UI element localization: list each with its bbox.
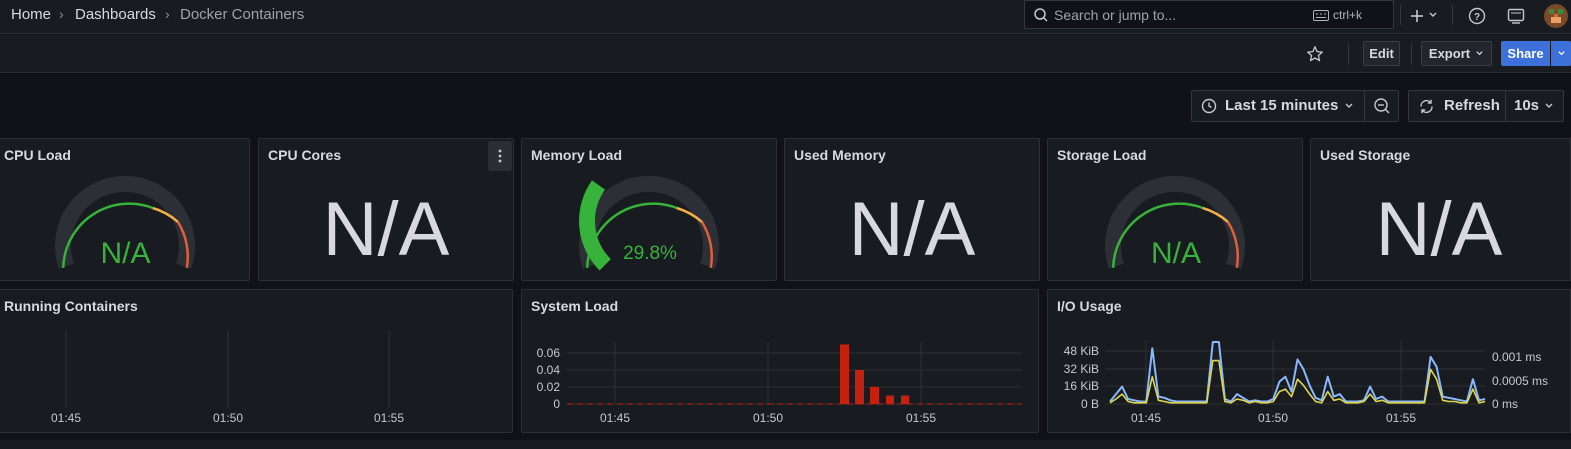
breadcrumb-separator: › [165,6,170,22]
share-button[interactable]: Share [1501,41,1550,66]
dashboard-toolbar: Edit Export Share [0,35,1571,73]
bar-chart: 0.06 0.04 0.02 0 01:45 01:50 01:55 [537,342,1022,425]
y-left-tick-label: 16 KiB [1064,379,1099,393]
refresh-interval-select[interactable]: 10s [1506,91,1564,121]
y-left-tick-label: 48 KiB [1064,344,1099,358]
x-tick-label: 01:45 [1131,411,1161,425]
divider [1452,5,1453,25]
breadcrumb-home[interactable]: Home [11,6,51,23]
bar [901,395,909,404]
y-tick-label: 0.04 [537,363,561,377]
panel-cpu-load[interactable]: CPU Load N/A [0,138,250,281]
panel-title: Used Memory [794,147,886,163]
divider [1348,43,1349,65]
x-tick-label: 01:55 [906,411,936,425]
plus-icon[interactable] [1407,5,1429,27]
news-icon[interactable] [1505,5,1527,27]
panel-io-usage[interactable]: I/O Usage 48 KiB 32 KiB 16 KiB 0 B 0.001… [1047,289,1571,433]
y-right-tick-label: 0.001 ms [1492,350,1541,364]
x-tick-label: 01:45 [51,411,81,425]
export-button[interactable]: Export [1421,41,1492,66]
star-icon[interactable] [1306,45,1324,63]
breadcrumb-current: Docker Containers [180,6,305,23]
panel-used-memory[interactable]: Used Memory N/A [784,138,1040,281]
avatar[interactable] [1543,3,1569,29]
more-vertical-icon [498,149,502,163]
top-bar: Home › Dashboards › Docker Containers Se… [0,0,1571,34]
y-left-tick-label: 0 B [1081,397,1099,411]
chevron-down-icon[interactable] [1428,10,1438,20]
divider [1411,43,1412,65]
panel-cpu-cores[interactable]: CPU Cores N/A [258,138,514,281]
zoom-out-icon[interactable] [1373,97,1391,115]
export-label: Export [1428,46,1471,61]
line-chart: 48 KiB 32 KiB 16 KiB 0 B 0.001 ms 0.0005… [1064,340,1548,425]
refresh-label: Refresh [1444,97,1500,114]
time-range-label: Last 15 minutes [1225,97,1339,114]
bar [855,370,864,404]
gauge-value: N/A [1150,237,1201,270]
panel-storage-load[interactable]: Storage Load N/A [1047,138,1303,281]
time-range-button[interactable]: Last 15 minutes [1192,91,1364,121]
x-tick-label: 01:55 [1386,411,1416,425]
search-placeholder: Search or jump to... [1054,7,1177,23]
x-tick-label: 01:50 [213,411,243,425]
search-input[interactable]: Search or jump to... ctrl+k [1024,0,1394,29]
refresh-icon [1420,99,1433,114]
panel-title: Used Storage [1320,147,1411,163]
divider [1364,91,1365,121]
help-icon[interactable]: ? [1466,5,1488,27]
search-icon [1034,8,1048,22]
search-shortcut: ctrl+k [1333,8,1363,22]
time-picker: Last 15 minutes [1191,90,1399,122]
x-tick-label: 01:55 [374,411,404,425]
svg-text:?: ? [1474,12,1480,23]
clock-icon [1201,98,1217,114]
breadcrumb-separator: › [59,6,64,22]
bar [870,387,879,404]
y-tick-label: 0 [553,397,560,411]
panel-menu-button[interactable] [488,141,512,171]
chevron-down-icon [1557,51,1565,56]
y-right-tick-label: 0.0005 ms [1492,374,1548,388]
x-tick-label: 01:50 [1258,411,1288,425]
timeseries-chart: 01:45 01:50 01:55 [51,330,404,425]
panel-memory-load[interactable]: Memory Load 29.8% [521,138,777,281]
chevron-down-icon [1545,103,1553,108]
bar [886,395,894,404]
gauge-value: 29.8% [623,243,677,264]
panel-title: CPU Cores [268,147,342,163]
y-left-tick-label: 32 KiB [1064,362,1099,376]
share-options-button[interactable] [1551,41,1571,66]
keyboard-icon [1313,10,1329,21]
x-tick-label: 01:45 [600,411,630,425]
panel-running-containers[interactable]: Running Containers 01:45 01:50 01:55 [0,289,513,433]
refresh-interval-label: 10s [1514,97,1540,114]
next-row-edge [0,440,1571,449]
y-tick-label: 0.02 [537,380,561,394]
stat-value: N/A [1375,187,1503,272]
divider [1400,5,1401,25]
chevron-down-icon [1476,51,1483,56]
panel-used-storage[interactable]: Used Storage N/A [1310,138,1571,281]
y-tick-label: 0.06 [537,346,561,360]
gauge-value: N/A [100,237,151,270]
x-tick-label: 01:50 [753,411,783,425]
y-right-tick-label: 0 ms [1492,397,1518,411]
stat-value: N/A [322,187,450,272]
chevron-down-icon [1345,103,1353,108]
refresh-button[interactable]: Refresh [1409,91,1505,121]
edit-button[interactable]: Edit [1363,41,1400,66]
stat-value: N/A [848,187,976,272]
refresh-picker: Refresh 10s [1408,90,1564,122]
breadcrumb-dashboards[interactable]: Dashboards [75,6,156,23]
bar [840,344,849,404]
panel-system-load[interactable]: System Load 0.06 0.04 0.02 0 01:45 01:50… [521,289,1039,433]
